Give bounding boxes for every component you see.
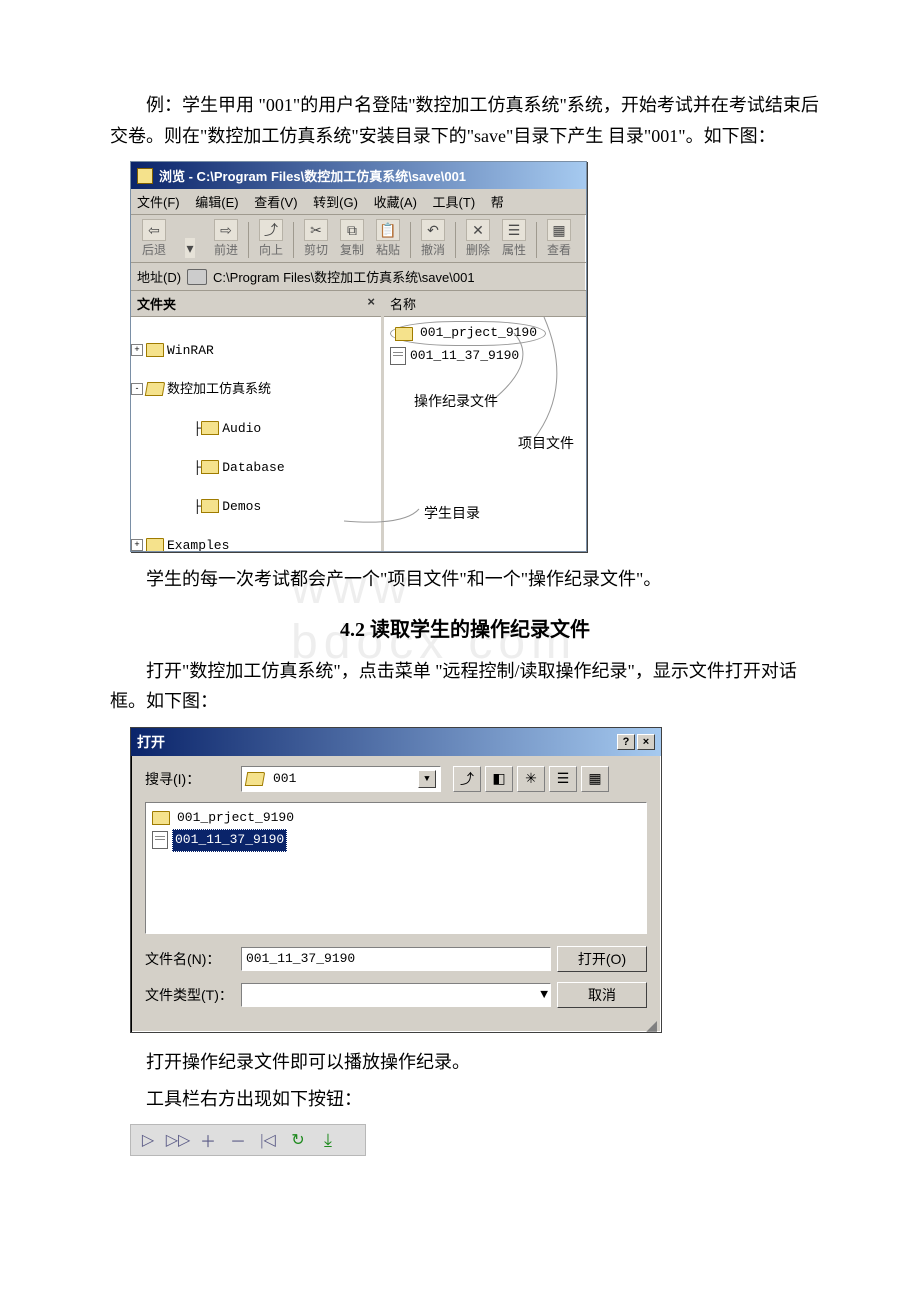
up-button[interactable]: ⤴向上 — [254, 219, 288, 258]
paragraph-4: 打开操作纪录文件即可以播放操作纪录。 — [110, 1047, 820, 1078]
fast-forward-button[interactable]: ▷▷ — [165, 1128, 191, 1152]
callout-record-file: 操作纪录文件 — [414, 391, 498, 411]
forward-button[interactable]: ⇨前进 — [209, 219, 243, 258]
desktop-button[interactable]: ◧ — [485, 766, 513, 792]
menu-file[interactable]: 文件(F) — [137, 195, 180, 210]
list-item[interactable]: 001_11_37_9190 — [152, 829, 640, 852]
folder-icon — [152, 811, 170, 825]
open-dialog: 打开 ? × 搜寻(I)： 001 ▼ ⤴ ◧ ✳ ☰ ▦ — [130, 727, 662, 1033]
file-chooser-area[interactable]: 001_prject_9190 001_11_37_9190 — [145, 802, 647, 934]
menu-favorites[interactable]: 收藏(A) — [374, 195, 417, 210]
column-header-name[interactable]: 名称 — [384, 291, 586, 317]
menubar[interactable]: 文件(F) 编辑(E) 查看(V) 转到(G) 收藏(A) 工具(T) 帮 — [131, 189, 586, 215]
help-button[interactable]: ? — [617, 734, 635, 750]
undo-button[interactable]: ↶撤消 — [416, 219, 450, 258]
section-title: 4.2 读取学生的操作纪录文件 — [110, 613, 820, 642]
menu-edit[interactable]: 编辑(E) — [195, 195, 238, 210]
open-dialog-titlebar: 打开 ? × — [131, 728, 661, 756]
folders-label: 文件夹 — [137, 294, 176, 313]
address-label: 地址(D) — [137, 267, 181, 286]
list-view-button[interactable]: ☰ — [549, 766, 577, 792]
cut-button[interactable]: ✂剪切 — [299, 219, 333, 258]
file-item[interactable]: 001_prject_9190 — [390, 321, 580, 346]
copy-button[interactable]: ⧉复制 — [335, 219, 369, 258]
new-folder-button[interactable]: ✳ — [517, 766, 545, 792]
toolbar: ⇦后退 ▾ ⇨前进 ⤴向上 ✂剪切 ⧉复制 📋粘贴 ↶撤消 ✕删除 ☰属性 ▦查… — [131, 215, 586, 263]
paste-button[interactable]: 📋粘贴 — [371, 219, 405, 258]
chevron-down-icon[interactable]: ▼ — [540, 987, 548, 1002]
details-view-button[interactable]: ▦ — [581, 766, 609, 792]
document-icon — [152, 831, 168, 849]
callout-student-dir: 学生目录 — [424, 503, 480, 523]
open-button[interactable]: 打开(O) — [557, 946, 647, 972]
file-list-pane: 名称 001_prject_9190 001_11_37_9190 操作纪录文件… — [384, 291, 586, 551]
paragraph-3: 打开"数控加工仿真系统"，点击菜单 "远程控制/读取操作纪录"，显示文件打开对话… — [110, 656, 820, 717]
skip-end-button[interactable]: ⤓ — [315, 1128, 341, 1152]
document-icon — [390, 347, 406, 365]
paragraph-2: 学生的每一次考试都会产一个"项目文件"和一个"操作纪录文件"。 — [110, 564, 820, 595]
chevron-down-icon[interactable]: ▼ — [418, 770, 436, 788]
filename-input[interactable]: 001_11_37_9190 — [241, 947, 551, 971]
rewind-button[interactable]: |◁ — [255, 1128, 281, 1152]
folder-open-icon — [245, 772, 265, 786]
dialog-title: 打开 — [137, 732, 165, 752]
lookin-combo[interactable]: 001 ▼ — [241, 766, 441, 792]
properties-button[interactable]: ☰属性 — [497, 219, 531, 258]
play-button[interactable]: ▷ — [135, 1128, 161, 1152]
delete-button[interactable]: ✕删除 — [461, 219, 495, 258]
lookin-value: 001 — [273, 771, 296, 786]
views-button[interactable]: ▦查看 — [542, 219, 576, 258]
menu-help[interactable]: 帮 — [491, 195, 504, 210]
loop-button[interactable]: ↻ — [285, 1128, 311, 1152]
folder-tree-pane: 文件夹 × +WinRAR -数控加工仿真系统 ├Audio ├Database… — [131, 291, 384, 551]
back-button[interactable]: ⇦后退 — [137, 219, 171, 258]
close-tree-button[interactable]: × — [367, 294, 375, 313]
menu-tools[interactable]: 工具(T) — [433, 195, 476, 210]
paragraph-5: 工具栏右方出现如下按钮： — [110, 1084, 820, 1115]
file-item[interactable]: 001_11_37_9190 — [390, 346, 580, 367]
folder-tree[interactable]: +WinRAR -数控加工仿真系统 ├Audio ├Database ├Demo… — [131, 317, 381, 551]
search-folder-icon — [137, 168, 153, 184]
callout-project-file: 项目文件 — [518, 433, 574, 453]
address-path[interactable]: C:\Program Files\数控加工仿真系统\save\001 — [213, 267, 475, 286]
dropdown-button[interactable]: ▾ — [173, 238, 207, 258]
resize-grip-icon[interactable]: ◢ — [131, 1020, 661, 1032]
window-title: 浏览 - C:\Program Files\数控加工仿真系统\save\001 — [159, 166, 466, 185]
up-one-level-button[interactable]: ⤴ — [453, 766, 481, 792]
filetype-combo[interactable]: ▼ — [241, 983, 551, 1007]
playback-toolbar: ▷ ▷▷ ＋ － |◁ ↻ ⤓ — [130, 1124, 366, 1156]
cancel-button[interactable]: 取消 — [557, 982, 647, 1008]
intro-paragraph: 例：学生甲用 "001"的用户名登陆"数控加工仿真系统"系统，开始考试并在考试结… — [110, 90, 820, 151]
filename-label: 文件名(N)： — [145, 949, 241, 969]
zoom-out-button[interactable]: － — [225, 1128, 251, 1152]
list-item[interactable]: 001_prject_9190 — [152, 808, 640, 829]
zoom-in-button[interactable]: ＋ — [195, 1128, 221, 1152]
close-button[interactable]: × — [637, 734, 655, 750]
lookin-label: 搜寻(I)： — [145, 769, 241, 789]
explorer-titlebar: 浏览 - C:\Program Files\数控加工仿真系统\save\001 — [131, 162, 586, 189]
address-bar: 地址(D) C:\Program Files\数控加工仿真系统\save\001 — [131, 263, 586, 291]
drive-icon — [187, 269, 207, 285]
menu-goto[interactable]: 转到(G) — [313, 195, 358, 210]
filetype-label: 文件类型(T)： — [145, 985, 241, 1005]
menu-view[interactable]: 查看(V) — [254, 195, 297, 210]
explorer-window: 浏览 - C:\Program Files\数控加工仿真系统\save\001 … — [130, 161, 587, 552]
